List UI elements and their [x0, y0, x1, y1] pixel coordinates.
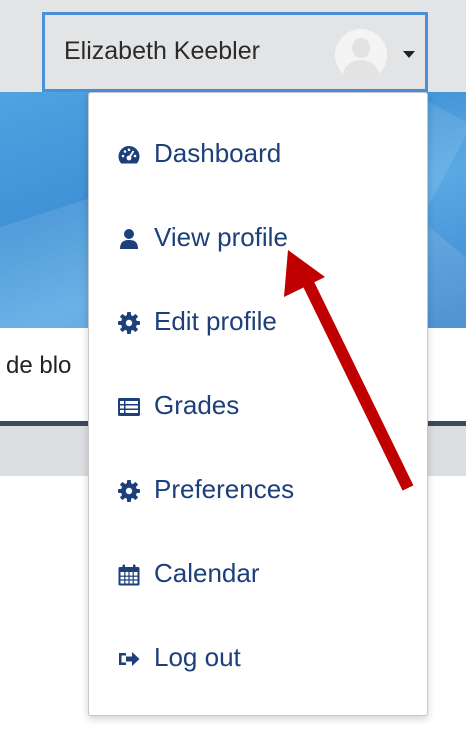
caret-down-icon [403, 51, 415, 58]
table-icon [117, 395, 141, 419]
menu-item-label: View profile [154, 222, 288, 252]
gear-icon [117, 311, 141, 335]
menu-item-preferences[interactable]: Preferences [89, 461, 427, 521]
menu-item-calendar[interactable]: Calendar [89, 545, 427, 605]
user-icon [117, 227, 141, 251]
partial-block-text: de blo [6, 352, 72, 379]
menu-item-label: Calendar [154, 558, 260, 588]
menu-item-label: Grades [154, 390, 240, 420]
menu-item-label: Dashboard [154, 138, 282, 168]
dashboard-icon [117, 143, 141, 167]
user-name: Elizabeth Keebler [64, 37, 260, 65]
menu-item-log-out[interactable]: Log out [89, 629, 427, 689]
avatar [335, 29, 387, 81]
menu-item-edit-profile[interactable]: Edit profile [89, 293, 427, 353]
calendar-icon [117, 563, 141, 587]
menu-item-view-profile[interactable]: View profile [89, 209, 427, 269]
sign-out-icon [117, 647, 141, 671]
menu-item-dashboard[interactable]: Dashboard [89, 125, 427, 185]
menu-item-grades[interactable]: Grades [89, 377, 427, 437]
user-dropdown-menu: Dashboard View profile Edit profile Grad… [88, 92, 428, 716]
menu-item-label: Preferences [154, 474, 295, 504]
gear-icon [117, 479, 141, 503]
user-menu-toggle[interactable]: Elizabeth Keebler [42, 12, 428, 92]
menu-item-label: Log out [154, 642, 241, 672]
menu-item-label: Edit profile [154, 306, 277, 336]
